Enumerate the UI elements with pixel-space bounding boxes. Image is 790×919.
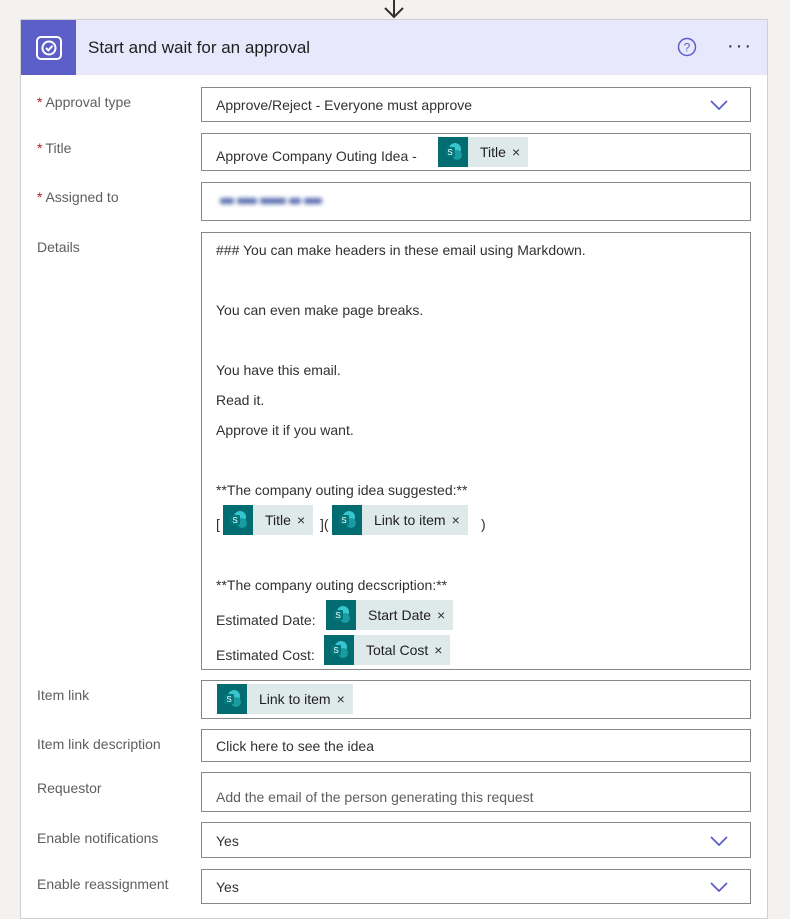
token-link-to-item[interactable]: S Link to item × xyxy=(332,505,468,535)
title-label: * Title xyxy=(37,140,72,156)
details-textarea[interactable]: ### You can make headers in these email … xyxy=(201,232,751,670)
enable-reassignment-label: Enable reassignment xyxy=(37,876,169,892)
enable-reassignment-dropdown[interactable]: Yes xyxy=(201,869,751,904)
approval-icon xyxy=(21,20,76,75)
remove-token-icon[interactable]: × xyxy=(512,144,528,160)
token-title[interactable]: S Title × xyxy=(438,137,529,167)
remove-token-icon[interactable]: × xyxy=(452,512,468,528)
svg-text:S: S xyxy=(226,695,231,704)
flow-arrow-icon xyxy=(384,0,404,19)
token-total-cost[interactable]: S Total Cost × xyxy=(324,635,451,665)
svg-text:S: S xyxy=(333,646,338,655)
item-link-input[interactable]: S Link to item × xyxy=(201,680,751,719)
svg-text:S: S xyxy=(335,611,340,620)
chevron-down-icon[interactable] xyxy=(710,881,728,893)
enable-notifications-dropdown[interactable]: Yes xyxy=(201,822,751,858)
remove-token-icon[interactable]: × xyxy=(297,512,313,528)
sharepoint-icon: S xyxy=(326,600,356,630)
help-icon[interactable]: ? xyxy=(677,37,697,57)
redacted-email xyxy=(220,195,330,207)
item-link-description-label: Item link description xyxy=(37,736,161,752)
token-link-to-item[interactable]: S Link to item × xyxy=(217,684,353,714)
token-title[interactable]: S Title × xyxy=(223,505,314,535)
svg-text:S: S xyxy=(232,516,237,525)
svg-text:?: ? xyxy=(684,41,691,55)
remove-token-icon[interactable]: × xyxy=(337,691,353,707)
enable-notifications-label: Enable notifications xyxy=(37,830,159,846)
item-link-label: Item link xyxy=(37,687,90,703)
token-start-date[interactable]: S Start Date × xyxy=(326,600,454,630)
assigned-to-label: * Assigned to xyxy=(37,189,119,205)
chevron-down-icon[interactable] xyxy=(710,99,728,111)
requestor-input[interactable]: Add the email of the person generating t… xyxy=(201,772,751,812)
approval-action-card: Start and wait for an approval ? ··· * Ap… xyxy=(20,19,768,919)
svg-text:S: S xyxy=(341,516,346,525)
remove-token-icon[interactable]: × xyxy=(434,642,450,658)
details-label: Details xyxy=(37,239,80,255)
approval-type-label: * Approval type xyxy=(37,94,132,110)
sharepoint-icon: S xyxy=(438,137,468,167)
card-header[interactable]: Start and wait for an approval ? ··· xyxy=(21,20,767,75)
remove-token-icon[interactable]: × xyxy=(437,607,453,623)
approval-type-dropdown[interactable]: Approve/Reject - Everyone must approve xyxy=(201,87,751,122)
title-input[interactable]: Approve Company Outing Idea - S Title × xyxy=(201,133,751,171)
requestor-label: Requestor xyxy=(37,780,102,796)
sharepoint-icon: S xyxy=(217,684,247,714)
more-options-icon[interactable]: ··· xyxy=(727,36,753,56)
chevron-down-icon[interactable] xyxy=(710,835,728,847)
assigned-to-input[interactable] xyxy=(201,182,751,221)
sharepoint-icon: S xyxy=(223,505,253,535)
sharepoint-icon: S xyxy=(332,505,362,535)
item-link-description-input[interactable]: Click here to see the idea xyxy=(201,729,751,762)
card-title: Start and wait for an approval xyxy=(88,38,311,57)
svg-text:S: S xyxy=(447,148,452,157)
sharepoint-icon: S xyxy=(324,635,354,665)
